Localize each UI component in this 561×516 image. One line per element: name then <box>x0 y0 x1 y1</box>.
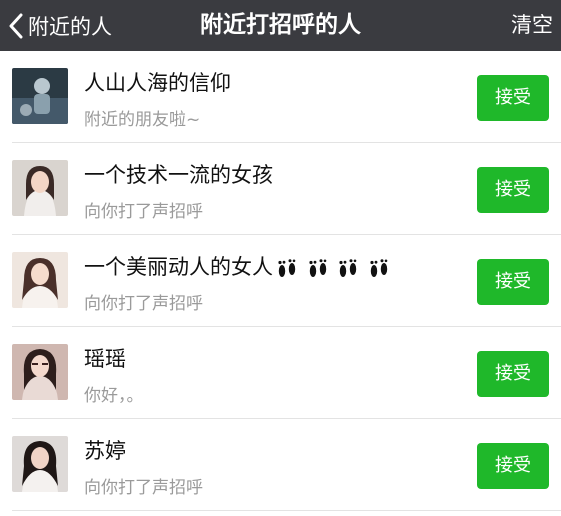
requester-name: 苏婷 <box>84 439 126 463</box>
requester-name: 瑶瑶 <box>84 347 126 371</box>
greeting-message: 向你打了声招呼 <box>84 478 203 498</box>
clear-button[interactable]: 清空 <box>511 0 553 51</box>
footprints-icon <box>275 257 391 281</box>
accept-button[interactable]: 接受 <box>477 259 549 305</box>
accept-button[interactable]: 接受 <box>477 443 549 489</box>
requester-name-text: 一个美丽动人的女人 <box>84 255 273 279</box>
navigation-bar: 附近的人 附近打招呼的人 清空 <box>0 0 561 51</box>
greeting-message: 附近的朋友啦~ <box>84 110 201 130</box>
avatar[interactable] <box>12 344 68 400</box>
avatar[interactable] <box>12 68 68 124</box>
list-item[interactable]: 苏婷 向你打了声招呼 接受 <box>0 419 561 511</box>
accept-button[interactable]: 接受 <box>477 75 549 121</box>
list-item[interactable]: 一个技术一流的女孩 向你打了声招呼 接受 <box>0 143 561 235</box>
requester-name: 一个技术一流的女孩 <box>84 163 273 187</box>
list-item[interactable]: 一个美丽动人的女人 向你打了声招呼 接受 <box>0 235 561 327</box>
back-label: 附近的人 <box>28 14 112 39</box>
greeting-message: 向你打了声招呼 <box>84 294 203 314</box>
accept-button[interactable]: 接受 <box>477 351 549 397</box>
requester-name: 人山人海的信仰 <box>84 71 231 95</box>
list-item[interactable]: 人山人海的信仰 附近的朋友啦~ 接受 <box>0 51 561 143</box>
chevron-left-icon <box>8 13 24 39</box>
requester-name: 一个美丽动人的女人 <box>84 251 391 281</box>
avatar[interactable] <box>12 160 68 216</box>
greeting-message: 你好，。 <box>84 386 144 406</box>
avatar[interactable] <box>12 436 68 492</box>
list-item[interactable]: 瑶瑶 你好，。 接受 <box>0 327 561 419</box>
back-button[interactable]: 附近的人 <box>8 0 112 51</box>
avatar[interactable] <box>12 252 68 308</box>
greeting-list: 人山人海的信仰 附近的朋友啦~ 接受 一个技术一流的女孩 向你打了声招呼 接受 <box>0 51 561 511</box>
greeting-message: 向你打了声招呼 <box>84 202 203 222</box>
accept-button[interactable]: 接受 <box>477 167 549 213</box>
